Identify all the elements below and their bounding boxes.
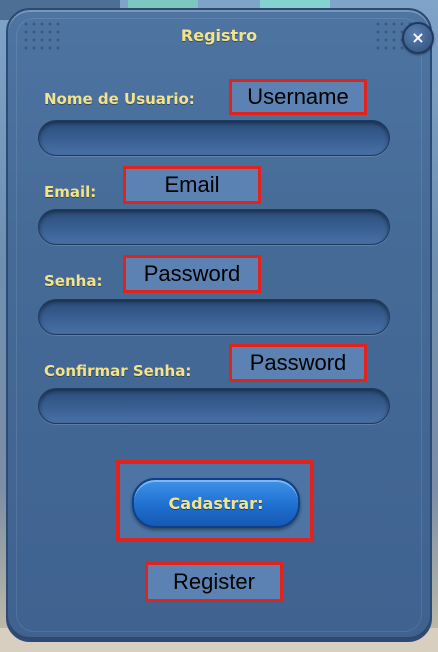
password-label: Senha:	[44, 272, 103, 290]
dialog-title: Registro	[180, 26, 258, 45]
email-annotation-box: Email	[123, 166, 261, 204]
username-label: Nome de Usuario:	[44, 90, 195, 108]
username-annotation-text: Username	[247, 84, 349, 109]
confirm-password-input[interactable]	[38, 388, 390, 424]
email-label: Email:	[44, 183, 97, 201]
close-button[interactable]: ×	[402, 22, 434, 54]
email-annotation-text: Email	[164, 172, 220, 197]
register-annotation-text: Register	[173, 569, 255, 594]
confirm-password-label: Confirmar Senha:	[44, 362, 192, 380]
password-input[interactable]	[38, 299, 390, 335]
username-input[interactable]	[38, 120, 390, 156]
confirm-password-annotation-text: Password	[249, 350, 347, 375]
password-annotation-box: Password	[123, 255, 261, 293]
close-icon: ×	[411, 28, 425, 47]
confirm-password-annotation-box: Password	[229, 344, 367, 382]
email-input[interactable]	[38, 209, 390, 245]
username-annotation-box: Username	[229, 79, 367, 115]
register-annotation-box: Register	[145, 562, 283, 602]
password-annotation-text: Password	[143, 261, 241, 286]
register-button[interactable]: Cadastrar:	[132, 478, 300, 528]
